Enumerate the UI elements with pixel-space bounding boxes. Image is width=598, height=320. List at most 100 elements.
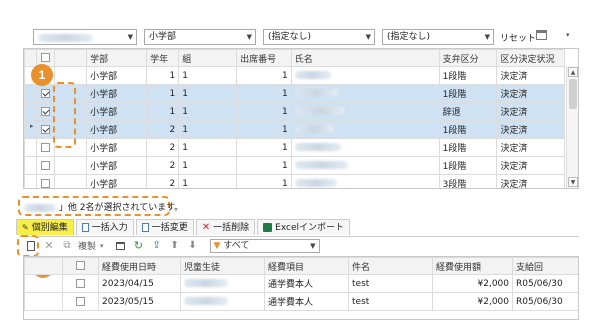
cell-class[interactable]: 1: [178, 84, 238, 103]
scroll-down-icon[interactable]: ▼: [568, 177, 578, 187]
column-header-name[interactable]: 氏名: [290, 49, 440, 67]
cell-kubun[interactable]: 1段階: [438, 138, 498, 157]
cell-kubun[interactable]: 1段階: [438, 84, 498, 103]
row-checkbox-cell[interactable]: [35, 156, 55, 175]
cell-grade[interactable]: 1: [146, 84, 180, 103]
cell-grade[interactable]: 2: [146, 138, 180, 157]
column-header-subject[interactable]: 件名: [348, 257, 433, 275]
cell-grade[interactable]: 2: [146, 156, 180, 175]
table-row[interactable]: 小学部 1 1 1 1段階 決定済: [24, 84, 565, 103]
table-row[interactable]: 小学部 2 1 1 1段階 決定済: [24, 120, 565, 139]
row-checkbox-cell[interactable]: [35, 102, 55, 121]
cell-dept[interactable]: 小学部: [86, 84, 148, 103]
checkbox[interactable]: [40, 88, 50, 98]
cell-dept[interactable]: 小学部: [86, 156, 148, 175]
copy-icon[interactable]: ⧉: [60, 239, 74, 253]
delete-icon[interactable]: ✕: [42, 239, 56, 253]
cell-seat[interactable]: 1: [236, 66, 292, 85]
cell-item[interactable]: 通学費本人: [264, 292, 349, 311]
checkbox[interactable]: [76, 278, 85, 288]
cell-date[interactable]: 2023/05/15: [98, 292, 181, 311]
filter-combo-4[interactable]: (指定なし) ▼: [382, 29, 494, 45]
column-header-kubun[interactable]: 支弁区分: [438, 49, 498, 67]
cell-amount[interactable]: ¥2,000: [432, 292, 513, 311]
column-header-class[interactable]: 組: [178, 49, 238, 67]
cell-dept[interactable]: 小学部: [86, 138, 148, 157]
column-header-amount[interactable]: 経費使用額: [432, 257, 513, 275]
column-header-status[interactable]: 区分決定状況: [496, 49, 565, 67]
checkbox[interactable]: [40, 178, 50, 188]
cell-status[interactable]: 決定済: [496, 102, 565, 121]
cell-date[interactable]: 2023/04/15: [98, 274, 181, 293]
table-row[interactable]: 小学部 2 1 1 3段階 決定済: [24, 174, 565, 188]
cell-amount[interactable]: ¥2,000: [432, 274, 513, 293]
cell-kubun[interactable]: 辞退: [438, 102, 498, 121]
checkbox[interactable]: [40, 106, 50, 116]
column-header-date[interactable]: 経費使用日時: [98, 257, 181, 275]
cell-status[interactable]: 決定済: [496, 156, 565, 175]
cell-name[interactable]: [290, 120, 440, 139]
reset-button[interactable]: リセット: [500, 31, 536, 44]
column-header-item[interactable]: 経費項目: [264, 257, 349, 275]
refresh-icon[interactable]: ↻: [132, 239, 146, 253]
dropdown-arrow-icon[interactable]: ▾: [100, 242, 104, 250]
checkbox[interactable]: [40, 160, 50, 170]
cell-student[interactable]: [180, 274, 265, 293]
cell-seat[interactable]: 1: [236, 174, 292, 188]
checkbox[interactable]: [76, 261, 85, 270]
tab-bulk-change[interactable]: 一括変更: [135, 219, 194, 235]
column-header-seat[interactable]: 出席番号: [236, 49, 292, 67]
cell-status[interactable]: 決定済: [496, 120, 565, 139]
copy-button-label[interactable]: 複製: [78, 239, 96, 252]
checkbox[interactable]: [76, 296, 85, 306]
window-icon[interactable]: [114, 239, 128, 253]
row-checkbox-cell[interactable]: [35, 138, 55, 157]
row-checkbox-cell[interactable]: [62, 292, 99, 311]
column-header-dept[interactable]: 学部: [86, 49, 148, 67]
cell-name[interactable]: [290, 66, 440, 85]
table-row[interactable]: 小学部 2 1 1 1段階 決定済: [24, 138, 565, 157]
cell-class[interactable]: 1: [178, 138, 238, 157]
filter-combo-department[interactable]: 小学部 ▼: [144, 29, 256, 45]
filter-combo-3[interactable]: (指定なし) ▼: [263, 29, 375, 45]
cell-status[interactable]: 決定済: [496, 174, 565, 188]
cell-seat[interactable]: 1: [236, 156, 292, 175]
cell-seat[interactable]: 1: [236, 120, 292, 139]
row-checkbox-cell[interactable]: [35, 174, 55, 188]
checkbox[interactable]: [40, 124, 50, 134]
table-row[interactable]: 小学部 1 1 1 1段階 決定済: [24, 66, 565, 85]
cell-name[interactable]: [290, 156, 440, 175]
cell-name[interactable]: [290, 84, 440, 103]
cell-status[interactable]: 決定済: [496, 84, 565, 103]
menu-arrow-icon[interactable]: ▾: [566, 31, 570, 39]
cell-class[interactable]: 1: [178, 120, 238, 139]
cell-seat[interactable]: 1: [236, 138, 292, 157]
cell-grade[interactable]: 1: [146, 102, 180, 121]
cell-dept[interactable]: 小学部: [86, 120, 148, 139]
cell-seat[interactable]: 1: [236, 102, 292, 121]
cell-subject[interactable]: test: [348, 274, 433, 293]
cell-dept[interactable]: 小学部: [86, 174, 148, 188]
cell-subject[interactable]: test: [348, 292, 433, 311]
cell-dept[interactable]: 小学部: [86, 66, 148, 85]
row-checkbox-cell[interactable]: [62, 274, 99, 293]
filter-combo-detail[interactable]: ▼ すべて ▼: [209, 238, 320, 253]
cell-item[interactable]: 通学費本人: [264, 274, 349, 293]
scroll-thumb[interactable]: [569, 79, 577, 109]
cell-status[interactable]: 決定済: [496, 138, 565, 157]
filter-combo-1[interactable]: ▼: [33, 29, 137, 45]
cell-status[interactable]: 決定済: [496, 66, 565, 85]
cell-grade[interactable]: 2: [146, 174, 180, 188]
vertical-scrollbar[interactable]: ▲ ▼: [566, 66, 578, 188]
table-row[interactable]: 小学部 1 1 1 辞退 決定済: [24, 102, 565, 121]
cell-kubun[interactable]: 1段階: [438, 120, 498, 139]
cell-round[interactable]: R05/06/30: [512, 274, 578, 293]
checkbox[interactable]: [40, 142, 50, 152]
cell-name[interactable]: [290, 138, 440, 157]
cell-name[interactable]: [290, 102, 440, 121]
row-checkbox-cell[interactable]: [35, 120, 55, 139]
scroll-up-icon[interactable]: ▲: [568, 67, 578, 77]
cell-class[interactable]: 1: [178, 66, 238, 85]
cell-name[interactable]: [290, 174, 440, 188]
cell-seat[interactable]: 1: [236, 84, 292, 103]
